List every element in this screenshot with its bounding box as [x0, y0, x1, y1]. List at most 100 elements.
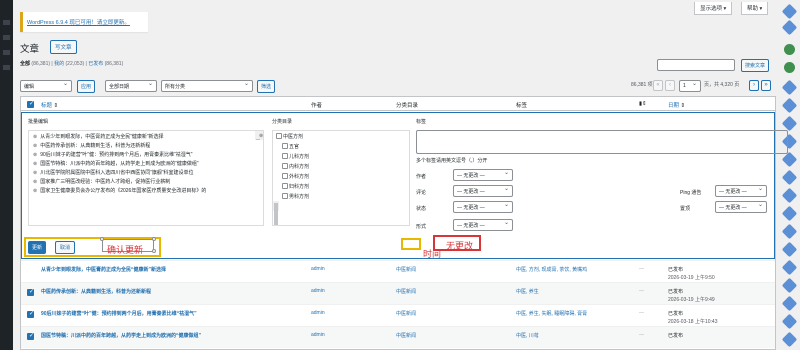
toolbar-icon[interactable]: [781, 3, 798, 20]
status-select[interactable]: — 无更改 —: [453, 201, 513, 213]
category-checkbox[interactable]: [282, 173, 288, 179]
bulk-action-select[interactable]: 编辑: [20, 80, 72, 92]
category-label: 妇科方剂: [289, 184, 310, 190]
toolbar-icon[interactable]: [781, 223, 798, 240]
list-item[interactable]: 中医药传承创新：从典籍到生活，科普为还新新程: [29, 140, 263, 149]
list-item[interactable]: 90后川妹子的建营“叶”健：预约排到两个月后，用膏秦素比维“祛湿气”: [29, 149, 263, 158]
tags-links[interactable]: 中医, 川芎: [516, 333, 539, 339]
category-checkbox[interactable]: [282, 143, 288, 149]
author-link[interactable]: admin: [311, 266, 325, 272]
update-button[interactable]: 更新: [28, 241, 47, 254]
post-title-link[interactable]: 中医药传承创新：从典籍到生活，科普为还新新程: [41, 288, 151, 295]
toolbar-icon[interactable]: [781, 19, 798, 36]
list-item[interactable]: 国医节特稿：川派中药的百年跨越，从药学走上到成为欧洲的“健康做组”: [29, 158, 263, 167]
view-published[interactable]: 已发布: [88, 61, 103, 67]
last-page-button[interactable]: »: [761, 80, 771, 91]
toolbar-icon[interactable]: [781, 331, 798, 348]
toolbar-icon[interactable]: [781, 295, 798, 312]
ping-select[interactable]: — 无更改 —: [715, 185, 767, 197]
search-posts-button[interactable]: 搜索文章: [741, 59, 770, 72]
category-checkbox[interactable]: [282, 163, 288, 169]
category-link[interactable]: 中医新闻: [396, 311, 416, 317]
post-title-link[interactable]: 90后川妹子的建营“叶”健：预约排到两个月后，用膏秦素比维“祛湿气”: [41, 310, 197, 317]
next-page-button[interactable]: ›: [749, 80, 759, 91]
admin-menu[interactable]: [0, 0, 13, 350]
author-select[interactable]: — 无更改 —: [453, 169, 513, 181]
author-link[interactable]: admin: [311, 310, 325, 316]
prev-page-button[interactable]: ‹: [665, 80, 675, 91]
category-checkbox[interactable]: [282, 183, 288, 189]
format-select[interactable]: — 无更改 —: [453, 219, 513, 231]
scrollbar[interactable]: [255, 131, 263, 140]
row-checkbox[interactable]: [27, 310, 34, 318]
toolbar-icon[interactable]: [781, 241, 798, 258]
post-title-link[interactable]: 国医节特稿：川派中药的百年跨越，从药学走上到成为欧洲的“健康做组”: [41, 332, 201, 339]
category-label: 内科方剂: [289, 164, 310, 170]
comments-select[interactable]: — 无更改 —: [453, 185, 513, 197]
toolbar-icon[interactable]: [781, 277, 798, 294]
annotation-handle: [152, 249, 156, 253]
table-row[interactable]: 从青少年到眼发际，中医膏药正成为全民“健康新”新选择 admin 中医新闻 中医…: [21, 260, 775, 282]
category-checkbox[interactable]: [276, 133, 282, 139]
add-new-post-button[interactable]: 写文章: [50, 40, 77, 54]
category-link[interactable]: 中医新闻: [396, 267, 416, 273]
list-item[interactable]: 从青少年到眼发际，中医膏药正成为全民“健康新”新选择: [29, 131, 263, 140]
category-link[interactable]: 中医新闻: [396, 333, 416, 339]
page-title: 文章: [20, 44, 40, 55]
sort-date[interactable]: 日期: [668, 103, 679, 109]
filter-button[interactable]: 筛选: [257, 80, 276, 93]
toolbar-icon[interactable]: [781, 169, 798, 186]
list-item[interactable]: 川北医学院附属医院中医科入选四川省中西医协同“旗舰”科室建设单位: [29, 167, 263, 176]
bulk-post-list[interactable]: 从青少年到眼发际，中医膏药正成为全民“健康新”新选择 中医药传承创新：从典籍到生…: [28, 130, 264, 226]
post-date: 2026-03-18 上午10:43: [668, 319, 718, 325]
toolbar-icon[interactable]: [781, 313, 798, 330]
notice-update-link[interactable]: 请立即更新。: [97, 20, 130, 26]
tags-links[interactable]: 中医, 养生: [516, 289, 539, 295]
check-icon[interactable]: [784, 44, 795, 55]
tags-links[interactable]: 中医, 方剂, 现成膏, 茶饮, 黄嘴鸡: [516, 267, 587, 273]
cancel-button[interactable]: 取消: [55, 241, 76, 254]
tags-textarea[interactable]: [416, 130, 788, 154]
tags-links[interactable]: 中医, 养生, 失眠, 睡眠障碍, 膏膏: [516, 311, 587, 317]
list-item[interactable]: 国家卫生健康委员会办公厅发布的《2026年国家医疗质量安全改进目标》的: [29, 185, 263, 194]
author-link[interactable]: admin: [311, 288, 325, 294]
screen-options-button[interactable]: 显示选项 ▾: [694, 2, 733, 15]
author-link[interactable]: admin: [311, 332, 325, 338]
toolbar-icon[interactable]: [781, 79, 798, 96]
first-page-button[interactable]: «: [653, 80, 663, 91]
category-checkbox[interactable]: [282, 193, 288, 199]
help-button[interactable]: 帮助 ▾: [741, 2, 769, 15]
sticky-select[interactable]: — 无更改 —: [715, 201, 767, 213]
table-row[interactable]: 中医药传承创新：从典籍到生活，科普为还新新程 admin 中医新闻 中医, 养生…: [21, 282, 775, 304]
toolbar-icon[interactable]: [781, 259, 798, 276]
toolbar-icon[interactable]: [781, 187, 798, 204]
date-filter-select[interactable]: 全部日期: [105, 80, 157, 92]
toolbar-icon[interactable]: [781, 97, 798, 114]
select-all-checkbox[interactable]: [27, 100, 34, 108]
row-checkbox[interactable]: [27, 332, 34, 340]
toolbar-icon[interactable]: [781, 115, 798, 132]
toolbar-icon[interactable]: [781, 205, 798, 222]
table-row[interactable]: 90后川妹子的建营“叶”健：预约排到两个月后，用膏秦素比维“祛湿气” admin…: [21, 304, 775, 326]
category-filter-select[interactable]: 所有分类: [161, 80, 253, 92]
sort-title[interactable]: 标题: [41, 103, 52, 109]
scrollbar[interactable]: [273, 201, 279, 225]
table-row[interactable]: 国医节特稿：川派中药的百年跨越，从药学走上到成为欧洲的“健康做组” admin …: [21, 326, 775, 348]
category-link[interactable]: 中医新闻: [396, 289, 416, 295]
list-item[interactable]: 国家推广三明医改经验：中医药人才跨组，促持医行业薪制: [29, 176, 263, 185]
tags-legend: 标签: [416, 119, 427, 125]
check-icon[interactable]: [784, 62, 795, 73]
view-mine[interactable]: 我的: [54, 61, 64, 67]
row-checkbox[interactable]: [27, 288, 34, 296]
category-checklist[interactable]: 中医方剂 五官 儿科方剂 内科方剂 外科方剂 妇科方剂 男科方剂: [272, 130, 410, 226]
view-all[interactable]: 全部: [20, 61, 30, 67]
author-label: 作者: [416, 174, 427, 180]
post-title-link[interactable]: 从青少年到眼发际，中医膏药正成为全民“健康新”新选择: [41, 266, 166, 273]
search-input[interactable]: [657, 59, 735, 71]
apply-button[interactable]: 应用: [77, 80, 96, 93]
toolbar-icon[interactable]: [781, 151, 798, 168]
comments-icon[interactable]: ▮⇕: [639, 101, 647, 107]
current-page-input[interactable]: 1: [679, 80, 701, 92]
notice-version-link[interactable]: WordPress 6.9.4 现已可用！: [27, 20, 97, 26]
category-checkbox[interactable]: [282, 153, 288, 159]
